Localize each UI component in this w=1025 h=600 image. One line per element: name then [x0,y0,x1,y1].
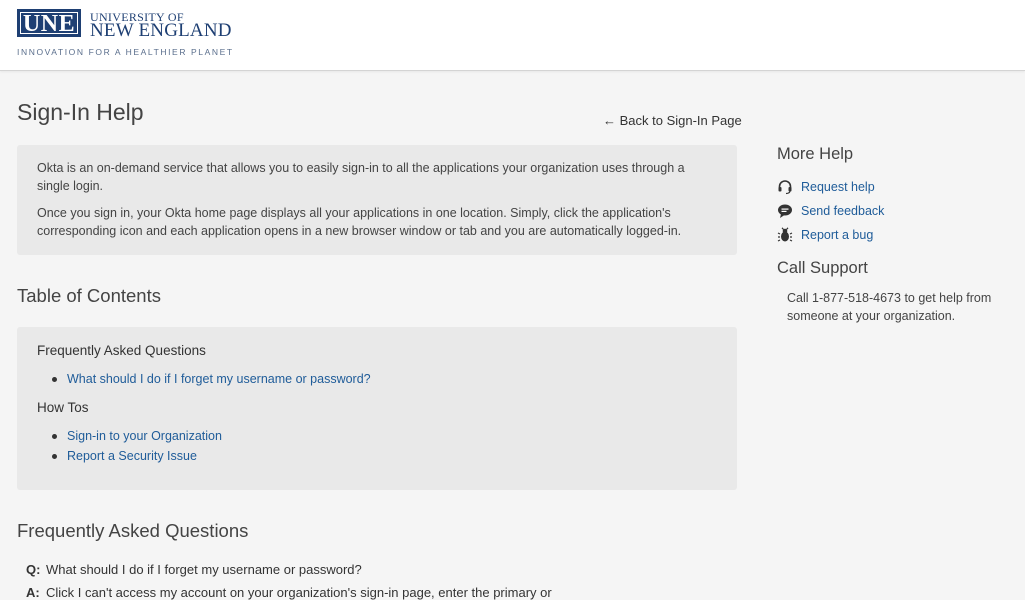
list-item: Sign-in to your Organization [52,426,222,446]
toc-list-faq: What should I do if I forget my username… [52,369,371,389]
send-feedback-link[interactable]: Send feedback [801,204,884,218]
page-title: Sign-In Help [17,99,144,125]
toc-panel: Frequently Asked Questions What should I… [17,327,737,490]
faq-heading: Frequently Asked Questions [17,520,249,541]
report-bug-item[interactable]: Report a bug [777,226,873,244]
intro-paragraph-1: Okta is an on-demand service that allows… [37,161,685,193]
logo-new-england: NEW ENGLAND [90,20,232,41]
call-support-title: Call Support [777,259,868,277]
headset-icon [777,179,793,195]
bug-icon [777,227,793,243]
back-to-sign-in-link[interactable]: ← Back to Sign-In Page [603,113,742,128]
toc-link-sign-in[interactable]: Sign-in to your Organization [67,429,222,443]
site-header: UNE UNIVERSITY OF NEW ENGLAND INNOVATION… [0,0,1025,71]
request-help-item[interactable]: Request help [777,178,875,196]
list-item: What should I do if I forget my username… [52,369,371,389]
faq-answer: Click I can't access my account on your … [46,585,552,600]
toc-heading: Table of Contents [17,285,161,306]
report-bug-link[interactable]: Report a bug [801,228,873,242]
send-feedback-item[interactable]: Send feedback [777,202,884,220]
speech-bubble-icon [777,203,793,219]
faq-question-row: Q: What should I do if I forget my userna… [26,562,362,577]
toc-link-report-security[interactable]: Report a Security Issue [67,449,197,463]
faq-answer-row: A: Click I can't access my account on you… [26,585,552,600]
question-label: Q: [26,562,41,577]
list-item: Report a Security Issue [52,446,222,466]
answer-label: A: [26,585,40,600]
toc-group-title: Frequently Asked Questions [37,343,206,358]
intro-panel: Okta is an on-demand service that allows… [17,145,737,255]
toc-list-howtos: Sign-in to your Organization Report a Se… [52,426,222,466]
request-help-link[interactable]: Request help [801,180,875,194]
toc-link-forgot-credentials[interactable]: What should I do if I forget my username… [67,372,371,386]
toc-group-title: How Tos [37,400,89,415]
faq-question: What should I do if I forget my username… [46,562,362,577]
logo-tagline: INNOVATION FOR A HEALTHIER PLANET [17,47,234,57]
logo-badge: UNE [17,9,81,37]
intro-paragraph-2: Once you sign in, your Okta home page di… [37,206,682,238]
call-support-text: Call 1-877-518-4673 to get help from som… [787,291,992,323]
more-help-title: More Help [777,145,854,163]
